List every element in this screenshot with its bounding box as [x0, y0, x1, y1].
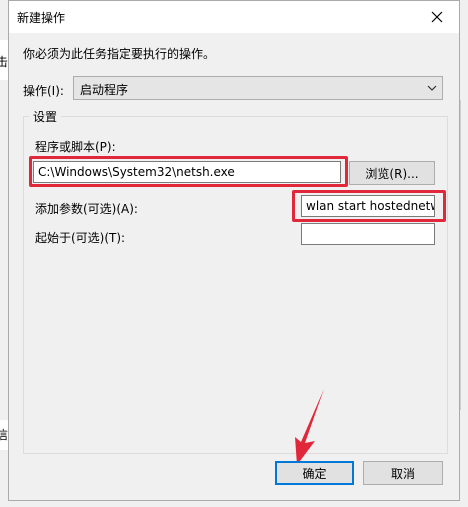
background-window-right — [460, 100, 468, 410]
browse-button-label: 浏览(R)... — [365, 166, 419, 181]
cancel-button[interactable]: 取消 — [363, 461, 443, 485]
program-highlight-box — [29, 156, 348, 187]
arguments-highlight-box — [292, 190, 446, 222]
background-window-left-bottom: 信 — [0, 420, 8, 450]
red-arrow-icon — [295, 389, 324, 465]
action-select-value: 启动程序 — [80, 83, 129, 97]
close-button[interactable] — [415, 1, 459, 33]
new-action-dialog: 新建操作 你必须为此任务指定要执行的操作。 操作(I): 启动程序 设置 程序或… — [8, 0, 460, 501]
arguments-label: 添加参数(可选)(A): — [35, 202, 138, 216]
close-icon — [431, 11, 443, 23]
background-window-left: 击 — [0, 40, 8, 80]
browse-button[interactable]: 浏览(R)... — [349, 161, 435, 185]
background-text: 信 — [0, 428, 9, 442]
start-in-input[interactable] — [301, 223, 435, 245]
settings-legend: 设置 — [29, 108, 62, 125]
action-select[interactable]: 启动程序 — [73, 76, 443, 100]
ok-button-label: 确定 — [302, 466, 327, 481]
action-label: 操作(I): — [23, 84, 64, 98]
start-in-label: 起始于(可选)(T): — [35, 231, 126, 245]
ok-button[interactable]: 确定 — [275, 461, 354, 485]
cancel-button-label: 取消 — [390, 466, 415, 481]
program-label: 程序或脚本(P): — [35, 140, 116, 154]
dialog-description: 你必须为此任务指定要执行的操作。 — [23, 47, 216, 61]
background-text: 击 — [0, 55, 9, 69]
chevron-down-icon — [427, 85, 437, 91]
title-bar: 新建操作 — [9, 1, 459, 33]
dialog-title: 新建操作 — [17, 11, 66, 25]
